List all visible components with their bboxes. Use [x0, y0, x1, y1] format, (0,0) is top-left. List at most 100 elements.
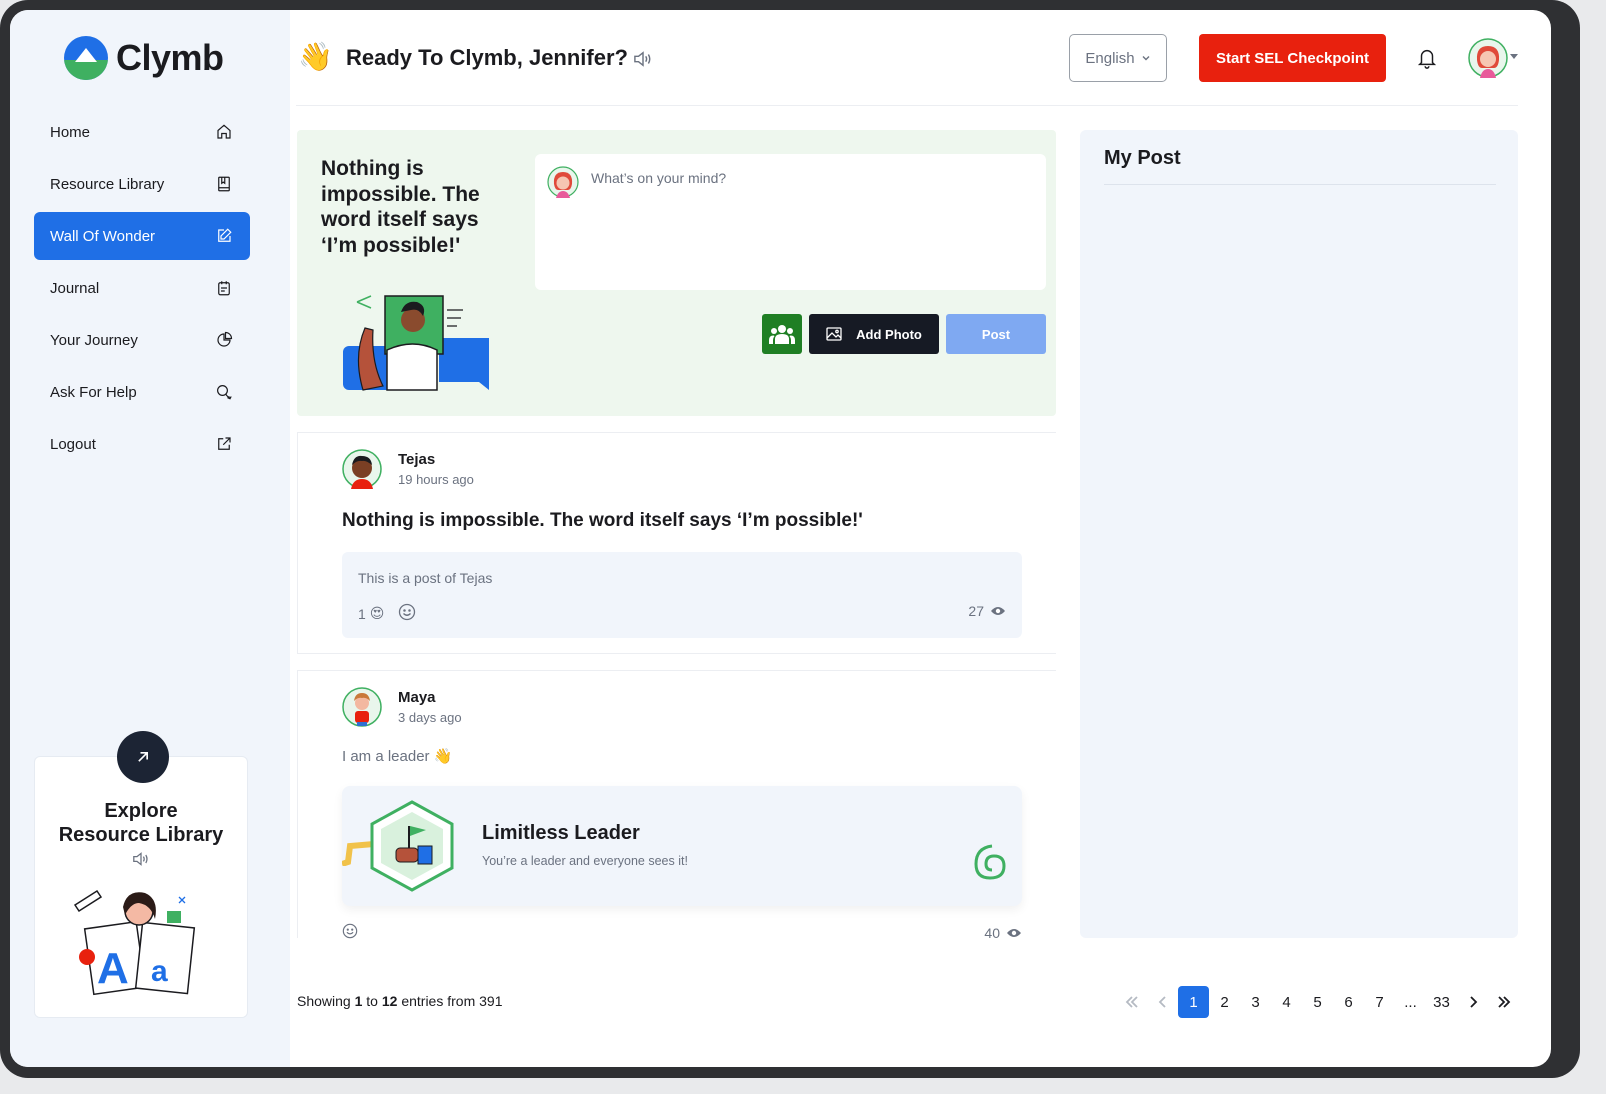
post-footer: 40	[342, 923, 1022, 942]
book-icon	[214, 174, 234, 194]
pagination: 1 2 3 4 5 6 7 ... 33	[1116, 986, 1519, 1018]
quote-text: Nothing is impossible. The word itself s…	[321, 157, 480, 257]
sidebar-item-wall-of-wonder[interactable]: Wall Of Wonder	[34, 212, 250, 260]
app-screen: Clymb Home Resource Library Wall Of Wond…	[10, 10, 1551, 1067]
my-post-panel: My Post	[1080, 130, 1518, 938]
showing-suffix: entries from 391	[397, 993, 503, 1009]
view-count-value: 27	[968, 603, 984, 619]
entries-summary: Showing 1 to 12 entries from 391	[297, 993, 503, 1009]
sidebar-item-logout[interactable]: Logout	[34, 420, 250, 468]
author-avatar[interactable]	[342, 687, 382, 727]
language-value: English	[1085, 49, 1135, 67]
audience-group-button[interactable]	[762, 314, 802, 354]
user-avatar	[547, 166, 579, 198]
first-page-button[interactable]	[1116, 986, 1147, 1018]
showing-to: 12	[381, 993, 398, 1009]
svg-text:a: a	[151, 955, 168, 988]
heart-eyes-emoji-icon[interactable]: 😍	[370, 605, 385, 622]
sidebar-nav: Home Resource Library Wall Of Wonder Jou…	[34, 108, 250, 472]
edit-icon	[214, 226, 234, 246]
leader-badge-icon	[370, 800, 454, 892]
page-button[interactable]: 1	[1178, 986, 1209, 1018]
badge-subtitle: You’re a leader and everyone sees it!	[482, 854, 688, 868]
feed-post: Maya 3 days ago I am a leader 👋 Limitles…	[297, 670, 1056, 941]
user-avatar[interactable]	[1468, 38, 1508, 78]
post-text: I am a leader 👋	[342, 747, 452, 765]
chevron-right-icon	[1469, 996, 1477, 1008]
page-button[interactable]: 6	[1333, 986, 1364, 1018]
clymb-logo-icon	[64, 36, 108, 80]
showing-to-word: to	[362, 993, 382, 1009]
reading-girl-illustration: A a	[73, 889, 196, 996]
post-input[interactable]: What’s on your mind?	[535, 154, 1046, 290]
double-chevron-right-icon	[1497, 996, 1510, 1008]
add-reaction-icon[interactable]	[342, 923, 358, 942]
page-button[interactable]: 2	[1209, 986, 1240, 1018]
next-page-button[interactable]	[1457, 986, 1488, 1018]
waving-hand-icon: 👋	[298, 41, 333, 72]
double-chevron-left-icon	[1125, 996, 1138, 1008]
page-button[interactable]: 5	[1302, 986, 1333, 1018]
sidebar-item-journal[interactable]: Journal	[34, 264, 250, 312]
sidebar: Clymb Home Resource Library Wall Of Wond…	[10, 10, 290, 1067]
start-sel-checkpoint-button[interactable]: Start SEL Checkpoint	[1199, 34, 1386, 82]
post-button[interactable]: Post	[946, 314, 1046, 354]
pie-chart-icon	[214, 330, 234, 350]
post-headline: Nothing is impossible. The word itself s…	[342, 510, 863, 531]
sidebar-item-label: Journal	[50, 279, 100, 297]
sidebar-item-label: Logout	[50, 435, 96, 453]
explore-title-line1: Explore	[104, 800, 178, 822]
chat-icon	[214, 382, 234, 402]
author-name[interactable]: Maya	[398, 689, 436, 706]
calendar-icon	[214, 278, 234, 298]
page-ellipsis: ...	[1404, 993, 1417, 1011]
last-page-button[interactable]	[1488, 986, 1519, 1018]
speaker-icon[interactable]	[131, 851, 151, 872]
eye-icon	[991, 607, 1005, 615]
add-reaction-icon[interactable]	[398, 603, 416, 624]
explore-resource-library-card[interactable]: Explore Resource Library A a	[34, 731, 248, 1018]
greeting-title: Ready To Clymb, Jennifer?	[346, 45, 628, 70]
sidebar-item-label: Ask For Help	[50, 383, 137, 401]
chevron-left-icon	[1158, 996, 1166, 1008]
page-button[interactable]: 7	[1364, 986, 1395, 1018]
image-icon	[826, 327, 842, 341]
sidebar-item-resource-library[interactable]: Resource Library	[34, 160, 250, 208]
post-text-value: I am a leader	[342, 748, 430, 765]
sidebar-item-label: Wall Of Wonder	[50, 227, 156, 245]
bell-icon[interactable]	[1416, 46, 1438, 75]
top-header: 👋 Ready To Clymb, Jennifer? English Star…	[296, 10, 1518, 106]
add-photo-button[interactable]: Add Photo	[809, 314, 939, 354]
my-post-title: My Post	[1104, 147, 1181, 169]
avatar-dropdown-caret-icon[interactable]	[1510, 54, 1518, 59]
badge-title: Limitless Leader	[482, 822, 640, 844]
page-button[interactable]: 4	[1271, 986, 1302, 1018]
explore-title: Explore Resource Library	[35, 799, 247, 847]
reactions: 1 😍	[358, 603, 416, 624]
post-time: 3 days ago	[398, 710, 462, 725]
sidebar-item-ask-for-help[interactable]: Ask For Help	[34, 368, 250, 416]
author-name[interactable]: Tejas	[398, 451, 435, 468]
sidebar-item-home[interactable]: Home	[34, 108, 250, 156]
sidebar-item-your-journey[interactable]: Your Journey	[34, 316, 250, 364]
page-button[interactable]: 33	[1426, 986, 1457, 1018]
author-avatar[interactable]	[342, 449, 382, 489]
view-count-value: 40	[984, 924, 1000, 941]
showing-prefix: Showing	[297, 993, 355, 1009]
speaker-icon[interactable]	[632, 50, 654, 73]
waving-hand-icon: 👋	[433, 748, 453, 765]
page-button[interactable]: 3	[1240, 986, 1271, 1018]
arrow-up-right-icon[interactable]	[117, 731, 169, 783]
achievement-badge-card[interactable]: Limitless Leader You’re a leader and eve…	[342, 786, 1022, 906]
view-count: 27	[968, 603, 1006, 619]
svg-text:A: A	[97, 944, 129, 993]
add-photo-label: Add Photo	[856, 326, 922, 342]
chevron-down-icon	[1142, 56, 1150, 61]
language-select[interactable]: English	[1069, 34, 1167, 82]
eye-icon	[1007, 928, 1021, 937]
app-logo[interactable]: Clymb	[64, 36, 224, 80]
explore-title-line2: Resource Library	[58, 824, 224, 846]
prev-page-button[interactable]	[1147, 986, 1178, 1018]
external-link-icon	[214, 434, 234, 454]
compose-post-card: Nothing is impossible. The word itself s…	[297, 130, 1056, 416]
